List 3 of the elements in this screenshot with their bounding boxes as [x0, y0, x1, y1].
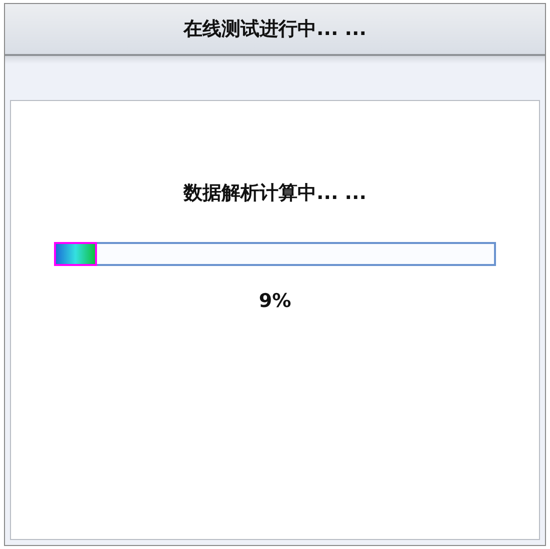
status-message: 数据解析计算中... ... [184, 181, 366, 206]
window-title: 在线测试进行中... ... [184, 17, 366, 42]
progress-percent: 9% [258, 290, 292, 312]
